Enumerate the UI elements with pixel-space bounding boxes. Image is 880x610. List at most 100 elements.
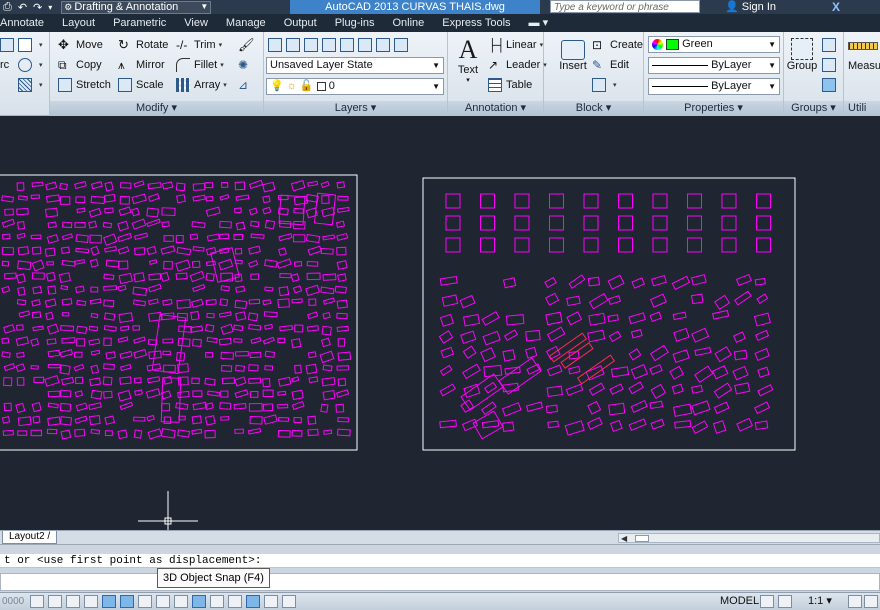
building-footprint [566,311,583,326]
utilities-panel-title[interactable]: Utili [844,101,880,116]
annotation-scale-dropdown[interactable]: 1:1 ▾ [808,593,832,610]
layer-match-icon[interactable] [286,38,300,52]
transparency-icon[interactable] [228,595,242,608]
lineweight-icon[interactable] [210,595,224,608]
snap-mode-icon[interactable] [48,595,62,608]
explode-button[interactable]: ✺ [238,56,256,74]
attribute-dropdown[interactable]: ▾ [592,76,617,94]
object-snap-icon[interactable] [120,595,134,608]
mirror-button[interactable]: ⩚ Mirror [118,56,165,74]
scroll-left-icon[interactable]: ◀ [621,534,627,543]
measure-button[interactable]: Measu [848,42,880,72]
layer-walk-icon[interactable] [394,38,408,52]
gear-icon: ⚙ [64,1,73,12]
tab-manage[interactable]: Manage [217,14,275,32]
coordinates-readout[interactable]: 0000 [0,593,28,610]
insert-button[interactable]: Insert [556,40,590,72]
redo-icon[interactable]: ↷ [33,1,42,14]
drawing-canvas[interactable] [0,116,880,530]
object-snap-tracking-icon[interactable] [156,595,170,608]
array-button[interactable]: Array ▾ [176,76,227,94]
tab-output[interactable]: Output [275,14,326,32]
quick-properties-icon[interactable] [246,595,260,608]
move-button[interactable]: ✥ Move [58,36,103,54]
print-icon[interactable]: ⎙ [3,1,12,14]
quick-view-drawings-icon[interactable] [778,595,792,608]
arc-label[interactable]: rc [0,56,9,74]
search-input[interactable]: Type a keyword or phrase [550,0,700,13]
ungroup-button[interactable] [822,36,840,54]
copy-button[interactable]: ⧉ Copy [58,56,102,74]
3d-object-snap-icon[interactable] [138,595,152,608]
polar-tracking-icon[interactable] [102,595,116,608]
linear-dimension-button[interactable]: ├┤ Linear ▾ [488,36,543,54]
leader-button[interactable]: ↗ Leader ▾ [488,56,547,74]
group-edit-button[interactable] [822,56,840,74]
lineweight-dropdown[interactable]: ByLayer ▼ [648,78,780,95]
auto-scale-icon[interactable] [864,595,878,608]
scale-button[interactable]: Scale [118,76,164,94]
layer-off-icon[interactable] [358,38,372,52]
layer-dropdown[interactable]: 💡 ☼ 🔓 0 ▼ [266,78,444,95]
layers-panel-title[interactable]: Layers ▾ [264,101,447,116]
tab-express-tools[interactable]: Express Tools [433,14,519,32]
tab-view[interactable]: View [175,14,217,32]
command-input[interactable] [0,573,880,591]
tab-layout[interactable]: Layout [53,14,104,32]
annotation-visibility-icon[interactable] [848,595,862,608]
hatch-icon[interactable]: ▾ [18,76,43,94]
groups-panel-title[interactable]: Groups ▾ [784,101,843,116]
modify-panel-title[interactable]: Modify ▾ [50,101,263,116]
sign-in-button[interactable]: 👤 Sign In [725,0,776,14]
rectangle-icon[interactable]: ▾ [18,36,43,54]
edit-block-button[interactable]: ✎ Edit [592,56,629,74]
building-footprint [219,233,230,240]
group-button[interactable]: Group [786,38,818,72]
offset-button[interactable]: ⊿ [238,76,256,94]
dynamic-input-icon[interactable] [192,595,206,608]
layer-state-dropdown[interactable]: Unsaved Layer State ▼ [266,57,444,74]
grid-display-icon[interactable] [66,595,80,608]
horizontal-scrollbar[interactable]: ◀ [618,533,880,543]
qat-dropdown-icon[interactable]: ▾ [48,3,52,12]
ortho-mode-icon[interactable] [84,595,98,608]
tab-extra-dropdown-icon[interactable]: ▬ ▾ [520,14,558,32]
quick-view-layouts-icon[interactable] [760,595,774,608]
erase-button[interactable]: 🖌 [238,36,256,54]
infer-constraints-icon[interactable] [30,595,44,608]
linetype-dropdown[interactable]: ByLayer ▼ [648,57,780,74]
draw-tool-icon[interactable] [0,36,18,54]
tab-layout2[interactable]: Layout2 / [2,531,58,544]
tab-plugins[interactable]: Plug-ins [326,14,384,32]
layer-freeze-icon[interactable] [340,38,354,52]
tab-parametric[interactable]: Parametric [104,14,175,32]
workspace-dropdown[interactable]: ⚙ Drafting & Annotation ▼ [61,0,212,14]
tab-annotate[interactable]: Annotate [0,14,53,32]
tab-online[interactable]: Online [383,14,433,32]
properties-panel-title[interactable]: Properties ▾ [644,101,783,116]
rotate-button[interactable]: ↻ Rotate [118,36,168,54]
annotation-panel-title[interactable]: Annotation ▾ [448,101,543,116]
layer-properties-icon[interactable] [268,38,282,52]
trim-button[interactable]: -/- Trim ▾ [176,36,222,54]
building-footprint [31,272,45,280]
block-panel-title[interactable]: Block ▾ [544,101,643,116]
scroll-thumb[interactable] [635,535,649,542]
layer-previous-icon[interactable] [304,38,318,52]
text-button[interactable]: A Text ▾ [452,36,484,85]
stretch-button[interactable]: Stretch [58,76,111,94]
dynamic-ucs-icon[interactable] [174,595,188,608]
create-block-button[interactable]: ⊡ Create [592,36,643,54]
exchange-x-icon[interactable]: X [832,0,840,14]
layer-lock-icon[interactable] [376,38,390,52]
group-selection-button[interactable] [822,76,840,94]
undo-icon[interactable]: ↶ [18,1,27,14]
table-button[interactable]: Table [488,76,532,94]
color-dropdown[interactable]: Green ▼ [648,36,780,53]
selection-cycling-icon[interactable] [264,595,278,608]
model-space-button[interactable]: MODEL [720,593,759,610]
annotation-monitor-icon[interactable] [282,595,296,608]
fillet-button[interactable]: Fillet ▾ [176,56,224,74]
layer-isolate-icon[interactable] [322,38,336,52]
ellipse-icon[interactable]: ▾ [18,56,43,74]
